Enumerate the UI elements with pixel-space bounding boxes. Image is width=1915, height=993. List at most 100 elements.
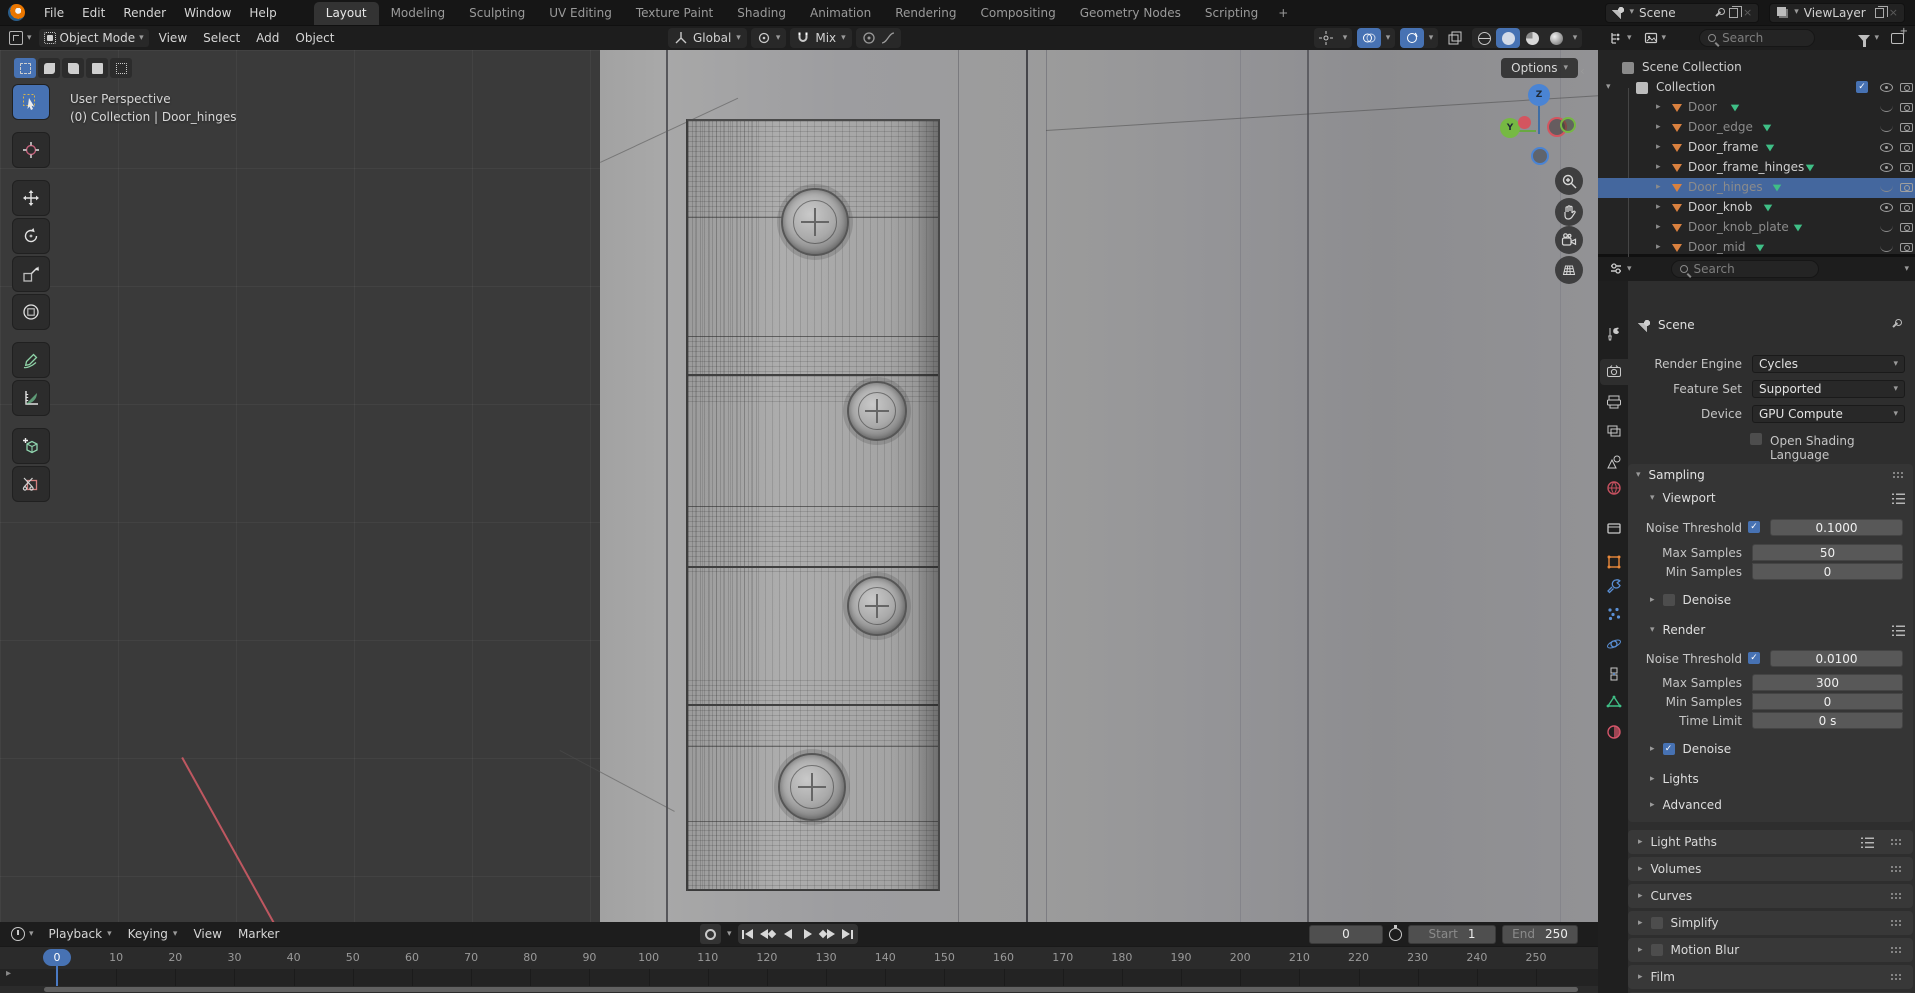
tool-annotate[interactable] <box>12 342 50 378</box>
timeline-ruler[interactable]: 10 20 30 40 50 60 70 80 90 100 110 120 130 140 150 160 1… <box>0 946 1598 969</box>
grip-icon[interactable] <box>1892 471 1905 479</box>
properties-tab-particles[interactable] <box>1600 601 1628 627</box>
properties-tab-constraints[interactable] <box>1600 661 1628 687</box>
axis-z-ball[interactable]: Z <box>1528 84 1550 106</box>
tool-move[interactable] <box>12 180 50 216</box>
eye-icon[interactable] <box>1880 143 1893 152</box>
playhead[interactable] <box>56 964 58 986</box>
pivot-point[interactable]: ▾ <box>750 28 787 48</box>
properties-tab-scene[interactable] <box>1600 449 1628 475</box>
eye-closed-icon[interactable] <box>1880 125 1893 132</box>
transform-orientation[interactable]: Global ▾ <box>668 28 747 48</box>
shading-rendered-button[interactable] <box>1544 28 1568 48</box>
tab-sculpting[interactable]: Sculpting <box>457 2 537 25</box>
outliner-row-door_knob_plate[interactable]: ▸ Door_knob_plate <box>1598 218 1915 238</box>
grip-icon[interactable] <box>1890 892 1903 900</box>
outliner-row-door_hinges[interactable]: ▸ Door_hinges <box>1598 178 1915 198</box>
properties-tab-world[interactable] <box>1600 475 1628 501</box>
feature-set-dropdown[interactable]: Supported ▾ <box>1752 380 1905 398</box>
osl-checkbox[interactable] <box>1750 433 1762 445</box>
show-overlays-toggle[interactable]: ▾ <box>1357 28 1395 48</box>
timeline-menu-playback[interactable]: Playback ▾ <box>41 925 120 943</box>
panel-curves[interactable]: ▸ Curves <box>1628 884 1913 908</box>
play-button[interactable] <box>798 924 818 944</box>
timeline-editor-type[interactable]: ▾ <box>6 925 39 943</box>
play-reverse-button[interactable] <box>778 924 798 944</box>
tab-uv-editing[interactable]: UV Editing <box>537 2 624 25</box>
preset-icon[interactable] <box>1861 836 1874 848</box>
panel-motion-blur[interactable]: ▸ Motion Blur <box>1628 938 1913 962</box>
timeline-menu-marker[interactable]: Marker <box>230 925 287 943</box>
show-gizmo-toggle[interactable]: ▾ <box>1314 28 1352 48</box>
outliner-row-door_frame[interactable]: ▸ Door_frame <box>1598 138 1915 158</box>
properties-editor-type[interactable]: ▾ <box>1604 260 1637 278</box>
tab-rendering[interactable]: Rendering <box>883 2 968 25</box>
select-mode-subtract[interactable] <box>62 58 84 78</box>
tab-geometry-nodes[interactable]: Geometry Nodes <box>1068 2 1193 25</box>
viewport-subpanel-header[interactable]: ▾ Viewport <box>1650 491 1905 505</box>
tool-cursor[interactable] <box>12 132 50 168</box>
expand-chevron-icon[interactable]: ▾ <box>1606 83 1611 92</box>
properties-tab-output[interactable] <box>1600 389 1628 415</box>
mode-selector[interactable]: Object Mode ▾ <box>38 29 149 47</box>
camera-icon[interactable] <box>1900 203 1913 212</box>
panel-simplify[interactable]: ▸ Simplify <box>1628 911 1913 935</box>
grip-icon[interactable] <box>1890 865 1903 873</box>
camera-icon[interactable] <box>1900 83 1913 92</box>
select-mode-invert[interactable] <box>86 58 108 78</box>
select-mode-set[interactable] <box>14 58 36 78</box>
tab-shading[interactable]: Shading <box>725 2 798 25</box>
auto-keying-button[interactable] <box>700 924 721 944</box>
outliner-row-door[interactable]: ▸ Door <box>1598 98 1915 118</box>
outliner-row-door_mid[interactable]: ▸ Door_mid <box>1598 238 1915 258</box>
start-frame-field[interactable]: Start 1 <box>1408 924 1496 944</box>
jump-to-end-button[interactable] <box>838 924 858 944</box>
properties-tab-tool[interactable] <box>1600 321 1628 347</box>
preset-icon[interactable] <box>1892 492 1905 504</box>
editor-type-button[interactable]: ▾ <box>4 29 37 47</box>
prev-keyframe-button[interactable] <box>758 924 778 944</box>
outliner-filter-mode[interactable]: ▾ <box>1639 29 1672 47</box>
select-mode-extend[interactable] <box>38 58 60 78</box>
camera-icon[interactable] <box>1900 223 1913 232</box>
expand-chevron-icon[interactable]: ▸ <box>1656 243 1661 252</box>
render-engine-dropdown[interactable]: Cycles ▾ <box>1752 355 1905 373</box>
outliner-search-input[interactable]: Search <box>1699 29 1816 47</box>
viewlayer-selector[interactable]: ▾ ViewLayer × <box>1769 2 1905 23</box>
chevron-down-icon[interactable]: ▾ <box>727 929 732 939</box>
menu-file[interactable]: File <box>35 3 73 23</box>
expand-chevron-icon[interactable]: ▸ <box>1656 123 1661 132</box>
properties-tab-material[interactable] <box>1600 719 1628 745</box>
current-frame-field[interactable]: 0 <box>1309 924 1383 944</box>
properties-tab-collection[interactable] <box>1600 515 1628 541</box>
copy-icon[interactable] <box>1729 5 1743 18</box>
eye-closed-icon[interactable] <box>1880 185 1893 192</box>
tool-transform[interactable] <box>12 294 50 330</box>
advanced-subpanel[interactable]: ▸ Advanced <box>1650 798 1722 812</box>
outliner-row-door_knob[interactable]: ▸ Door_knob <box>1598 198 1915 218</box>
viewport-menu-add[interactable]: Add <box>248 29 287 47</box>
panel-checkbox[interactable] <box>1650 944 1663 956</box>
camera-icon[interactable] <box>1900 143 1913 152</box>
playhead-frame-badge[interactable]: 0 <box>43 949 71 966</box>
noise-threshold-checkbox[interactable]: ✓ <box>1748 521 1760 533</box>
ortho-toggle-button[interactable] <box>1555 256 1583 284</box>
panel-checkbox[interactable] <box>1650 917 1663 929</box>
xray-toggle[interactable]: ▾ <box>1400 28 1438 48</box>
noise-threshold-value[interactable]: 0.1000 <box>1770 519 1903 536</box>
collection-checkbox[interactable]: ✓ <box>1856 81 1868 93</box>
tool-scale[interactable] <box>12 256 50 292</box>
render-subpanel-header[interactable]: ▾ Render <box>1650 623 1905 637</box>
viewport-canvas[interactable]: User Perspective (0) Collection | Door_h… <box>0 50 1598 922</box>
viewport-menu-object[interactable]: Object <box>287 29 342 47</box>
eye-icon[interactable] <box>1880 83 1893 92</box>
r-denoise-row[interactable]: ▸ ✓ Denoise <box>1650 742 1731 756</box>
outliner-display-mode[interactable]: ▾ <box>1604 29 1637 47</box>
copy-icon[interactable] <box>1874 5 1888 18</box>
camera-view-button[interactable] <box>1555 226 1583 254</box>
min-samples-value[interactable]: 0 <box>1752 693 1903 710</box>
timeline-menu-keying[interactable]: Keying ▾ <box>120 925 186 943</box>
tool-add-cube[interactable] <box>12 428 50 464</box>
add-workspace-button[interactable]: + <box>1270 2 1296 25</box>
timeline-scrollbar[interactable] <box>0 986 1598 993</box>
